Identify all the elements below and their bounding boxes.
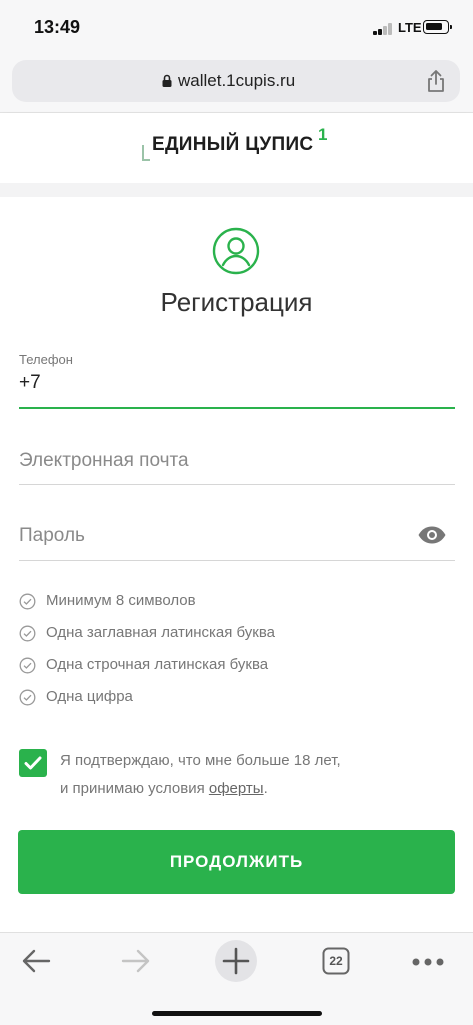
tabs-count: 22 xyxy=(329,954,343,968)
email-underline xyxy=(19,484,455,485)
network-type: LTE xyxy=(398,20,422,35)
new-tab-icon[interactable] xyxy=(214,939,258,983)
continue-button[interactable]: ПРОДОЛЖИТЬ xyxy=(18,830,455,894)
share-icon[interactable] xyxy=(425,69,447,93)
browser-toolbar: 22 xyxy=(0,932,473,1025)
check-circle-icon xyxy=(19,625,36,642)
lock-icon xyxy=(162,74,172,87)
phone-underline xyxy=(19,407,455,409)
logo-mark: 1 xyxy=(318,125,328,144)
battery-icon xyxy=(423,20,452,34)
site-header: ЕДИНЫЙ ЦУПИС 1 xyxy=(0,113,473,183)
forward-arrow-icon[interactable] xyxy=(120,947,152,975)
phone-label: Телефон xyxy=(19,352,73,367)
home-indicator xyxy=(152,1011,322,1016)
email-field[interactable]: Электронная почта xyxy=(19,450,189,472)
confirm-text: Я подтверждаю, что мне больше 18 лет, xyxy=(60,752,341,769)
logo-bracket xyxy=(142,145,150,161)
check-circle-icon xyxy=(19,593,36,610)
logo-text: ЕДИНЫЙ ЦУПИС xyxy=(152,134,314,155)
confirm-prefix: и принимаю условия xyxy=(60,780,209,797)
status-time: 13:49 xyxy=(34,17,81,37)
confirm-suffix: . xyxy=(263,780,268,797)
password-field[interactable]: Пароль xyxy=(19,525,85,547)
password-underline xyxy=(19,560,455,561)
eye-icon[interactable] xyxy=(417,525,447,545)
tabs-button[interactable]: 22 xyxy=(322,947,350,975)
age-confirm-checkbox[interactable] xyxy=(19,749,47,777)
rule-text: Одна строчная латинская буква xyxy=(46,656,269,673)
page-title: Регистрация xyxy=(160,287,313,317)
header-separator xyxy=(0,183,473,197)
browser-address-area: wallet.1cupis.ru xyxy=(0,56,473,113)
user-avatar-icon xyxy=(212,227,260,275)
signal-icon xyxy=(373,23,393,35)
checkmark-icon xyxy=(24,756,42,770)
site-logo[interactable]: ЕДИНЫЙ ЦУПИС 1 xyxy=(142,125,342,171)
rule-text: Одна заглавная латинская буква xyxy=(46,624,276,641)
phone-input[interactable]: +7 xyxy=(19,372,41,394)
more-icon[interactable] xyxy=(411,957,445,967)
offer-link[interactable]: оферты xyxy=(209,780,264,797)
rule-text: Минимум 8 символов xyxy=(46,592,196,609)
address-url: wallet.1cupis.ru xyxy=(178,71,296,90)
check-circle-icon xyxy=(19,657,36,674)
rule-text: Одна цифра xyxy=(46,688,133,705)
back-arrow-icon[interactable] xyxy=(20,947,52,975)
address-bar[interactable]: wallet.1cupis.ru xyxy=(12,60,460,102)
status-bar: 13:49 LTE xyxy=(0,0,473,56)
confirm-text-2: и принимаю условия оферты. xyxy=(60,780,268,797)
check-circle-icon xyxy=(19,689,36,706)
